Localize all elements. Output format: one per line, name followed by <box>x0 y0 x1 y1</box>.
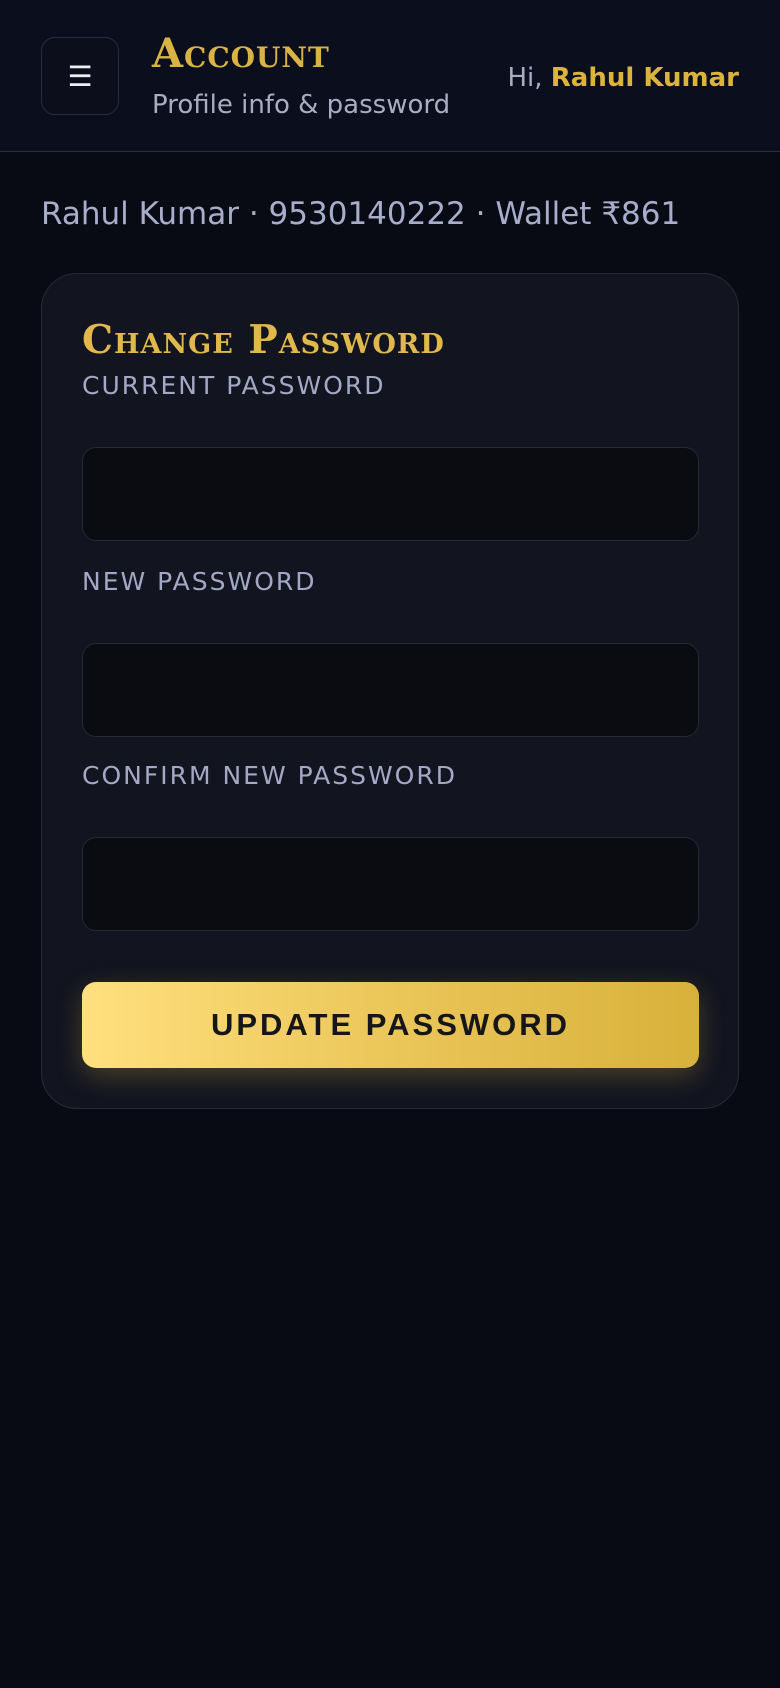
current-password-label: Current Password <box>82 371 386 400</box>
account-summary: Rahul Kumar · 9530140222 · Wallet ₹861 <box>41 196 681 232</box>
current-password-input[interactable] <box>82 447 699 541</box>
hamburger-menu-icon: ☰ <box>67 59 93 93</box>
change-password-card: Change Password Current Password New Pas… <box>41 273 739 1109</box>
menu-button[interactable]: ☰ <box>41 37 119 115</box>
new-password-input[interactable] <box>82 643 699 737</box>
user-greeting: Hi, Rahul Kumar <box>507 61 739 95</box>
confirm-new-password-input[interactable] <box>82 837 699 931</box>
confirm-new-password-label: Confirm New Password <box>82 761 457 790</box>
greeting-prefix: Hi, <box>507 63 543 93</box>
new-password-label: New Password <box>82 567 317 596</box>
page-title: Account <box>152 30 330 77</box>
card-title: Change Password <box>82 317 445 363</box>
update-password-button[interactable]: Update Password <box>82 982 699 1068</box>
greeting-user-name: Rahul Kumar <box>550 63 739 93</box>
app-header: ☰ Account Profile info & password Hi, Ra… <box>0 0 780 152</box>
page-subtitle: Profile info & password <box>152 90 451 120</box>
